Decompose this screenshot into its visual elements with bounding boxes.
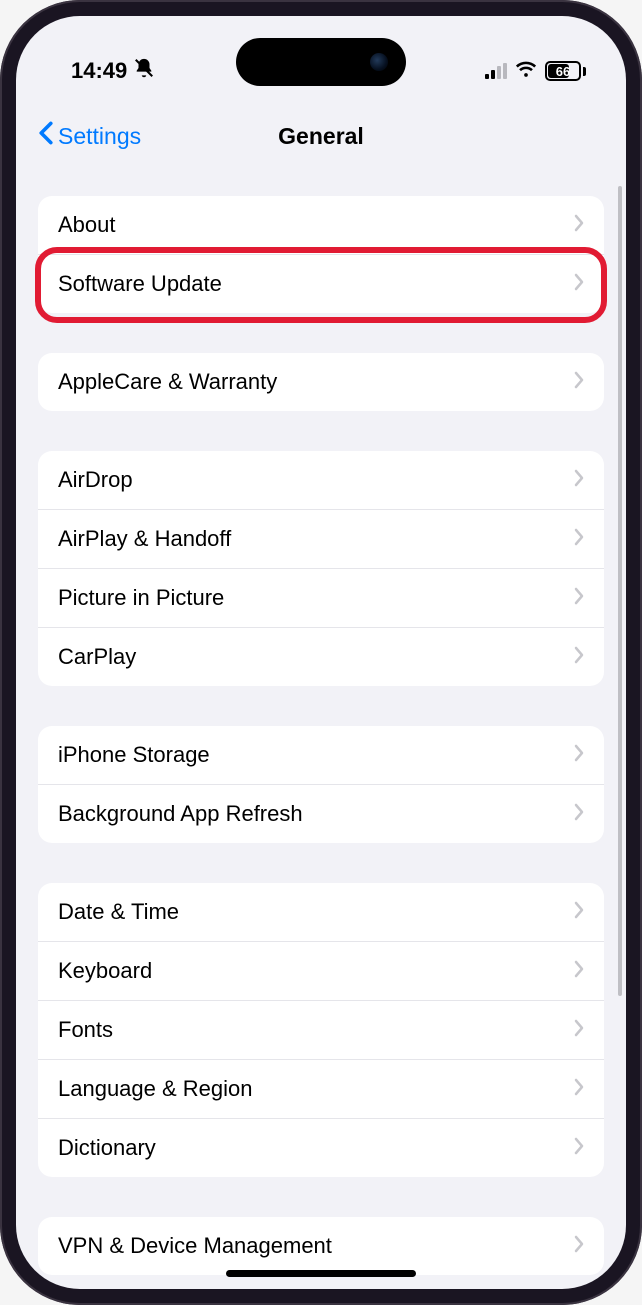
row-label: AppleCare & Warranty [58, 369, 277, 395]
row-label: Background App Refresh [58, 801, 303, 827]
chevron-right-icon [574, 273, 584, 296]
row-airdrop[interactable]: AirDrop [38, 451, 604, 510]
row-software-update[interactable]: Software Update [38, 255, 604, 313]
back-label: Settings [58, 123, 141, 150]
row-iphone-storage[interactable]: iPhone Storage [38, 726, 604, 785]
row-airplay-handoff[interactable]: AirPlay & Handoff [38, 510, 604, 569]
chevron-right-icon [574, 960, 584, 983]
chevron-right-icon [574, 371, 584, 394]
chevron-right-icon [574, 469, 584, 492]
time-label: 14:49 [71, 58, 127, 84]
chevron-left-icon [38, 121, 54, 151]
cellular-signal-icon [485, 63, 507, 79]
row-vpn-device-management[interactable]: VPN & Device Management [38, 1217, 604, 1275]
wifi-icon [515, 58, 537, 85]
status-left: 14:49 [71, 57, 155, 85]
bell-slash-icon [133, 57, 155, 85]
settings-group: iPhone Storage Background App Refresh [38, 726, 604, 843]
row-fonts[interactable]: Fonts [38, 1001, 604, 1060]
settings-group: AppleCare & Warranty [38, 353, 604, 411]
row-dictionary[interactable]: Dictionary [38, 1119, 604, 1177]
chevron-right-icon [574, 901, 584, 924]
row-background-app-refresh[interactable]: Background App Refresh [38, 785, 604, 843]
page-title: General [278, 123, 364, 150]
row-label: iPhone Storage [58, 742, 210, 768]
chevron-right-icon [574, 1019, 584, 1042]
row-label: Dictionary [58, 1135, 156, 1161]
front-camera [370, 53, 388, 71]
row-label: Language & Region [58, 1076, 253, 1102]
chevron-right-icon [574, 744, 584, 767]
navigation-bar: Settings General [16, 106, 626, 166]
home-indicator[interactable] [226, 1270, 416, 1277]
chevron-right-icon [574, 1137, 584, 1160]
settings-group: Date & Time Keyboard Fonts Language & Re… [38, 883, 604, 1177]
chevron-right-icon [574, 1078, 584, 1101]
status-right: 66 [485, 58, 586, 85]
row-carplay[interactable]: CarPlay [38, 628, 604, 686]
dynamic-island [236, 38, 406, 86]
row-applecare-warranty[interactable]: AppleCare & Warranty [38, 353, 604, 411]
chevron-right-icon [574, 587, 584, 610]
row-label: AirDrop [58, 467, 133, 493]
battery-indicator: 66 [545, 61, 586, 81]
chevron-right-icon [574, 646, 584, 669]
battery-percent: 66 [556, 64, 570, 79]
chevron-right-icon [574, 214, 584, 237]
row-label: CarPlay [58, 644, 136, 670]
row-picture-in-picture[interactable]: Picture in Picture [38, 569, 604, 628]
row-label: About [58, 212, 116, 238]
row-label: VPN & Device Management [58, 1233, 332, 1259]
screen: 14:49 66 [16, 16, 626, 1289]
row-label: Date & Time [58, 899, 179, 925]
back-button[interactable]: Settings [38, 121, 141, 151]
row-label: AirPlay & Handoff [58, 526, 231, 552]
row-language-region[interactable]: Language & Region [38, 1060, 604, 1119]
row-about[interactable]: About [38, 196, 604, 255]
chevron-right-icon [574, 803, 584, 826]
scroll-indicator[interactable] [618, 186, 622, 996]
settings-group: AirDrop AirPlay & Handoff Picture in Pic… [38, 451, 604, 686]
row-label: Software Update [58, 271, 222, 297]
row-date-time[interactable]: Date & Time [38, 883, 604, 942]
content-area: About Software Update AppleCare & Warran… [16, 176, 626, 1289]
chevron-right-icon [574, 528, 584, 551]
row-label: Fonts [58, 1017, 113, 1043]
settings-group: About Software Update [38, 196, 604, 313]
row-label: Keyboard [58, 958, 152, 984]
phone-frame: 14:49 66 [0, 0, 642, 1305]
settings-group: VPN & Device Management [38, 1217, 604, 1275]
row-label: Picture in Picture [58, 585, 224, 611]
row-keyboard[interactable]: Keyboard [38, 942, 604, 1001]
chevron-right-icon [574, 1235, 584, 1258]
